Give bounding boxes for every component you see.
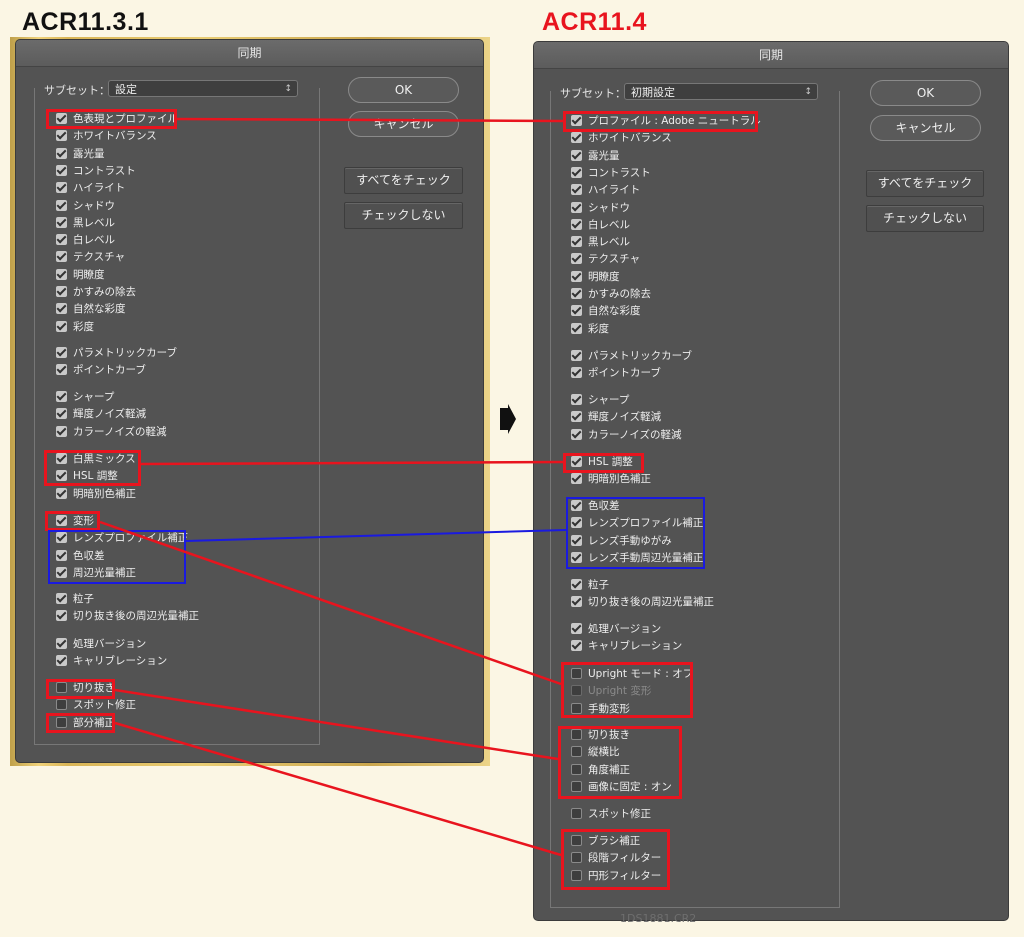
connector-lines bbox=[99, 117, 567, 857]
connector-line bbox=[99, 520, 562, 686]
connector-line bbox=[176, 117, 564, 123]
arrow-right-icon bbox=[500, 404, 516, 434]
connector-line bbox=[114, 721, 562, 857]
connector-line bbox=[185, 529, 567, 542]
connector-line bbox=[114, 688, 559, 761]
connector-line bbox=[140, 460, 564, 466]
